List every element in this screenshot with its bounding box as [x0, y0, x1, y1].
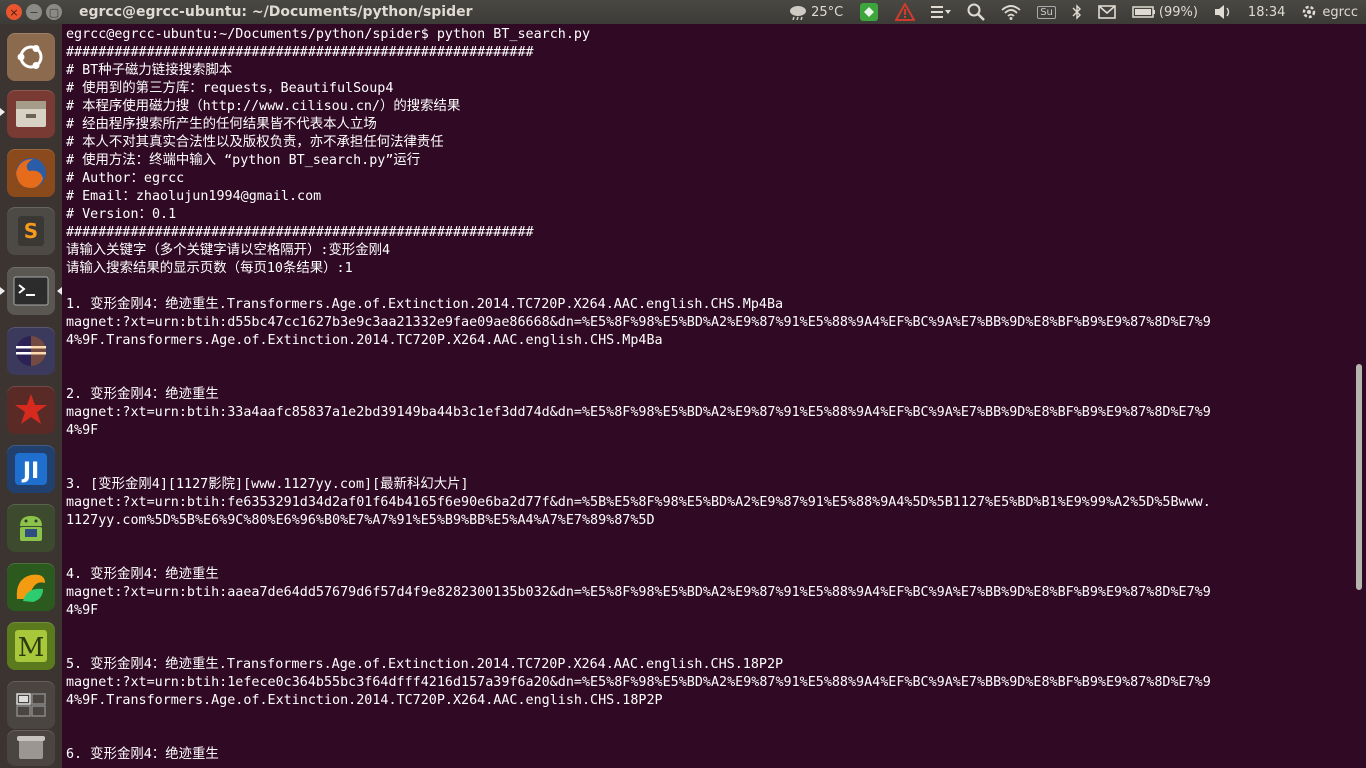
terminal-line: # BT种子磁力链接搜索脚本	[66, 63, 233, 78]
intellij-launcher[interactable]: JI	[7, 445, 55, 493]
green-app-icon	[860, 3, 879, 21]
firefox-icon	[16, 158, 46, 188]
terminal-icon	[13, 276, 49, 306]
android-icon	[20, 516, 42, 541]
terminal-line: # Version：0.1	[66, 207, 177, 222]
mendeley-launcher[interactable]: M	[7, 622, 55, 670]
battery-percent: (99%)	[1158, 4, 1198, 20]
ubuntu-dash-button[interactable]	[7, 33, 55, 81]
terminal-line: 4%9F.Transformers.Age.of.Extinction.2014…	[66, 693, 663, 708]
pycharm-launcher[interactable]	[7, 563, 55, 611]
launcher: S JI M	[0, 24, 63, 768]
mendeley-icon: M	[15, 630, 47, 663]
gear-icon	[1303, 5, 1316, 19]
file-cabinet-icon	[16, 101, 46, 127]
volume-indicator[interactable]	[1214, 4, 1232, 20]
terminal-line: 2. 变形金刚4：绝迹重生	[66, 387, 219, 402]
terminal-line: 3. [变形金刚4][1127影院][www.1127yy.com][最新科幻大…	[66, 477, 469, 492]
terminal-line: # 经由程序搜索所产生的任何结果皆不代表本人立场	[66, 117, 377, 132]
session-indicator[interactable]: egrcc	[1301, 4, 1358, 20]
terminal-line: 1127yy.com%5D%5B%E6%9C%80%E6%96%B0%E7%A7…	[66, 513, 655, 528]
intellij-icon: JI	[15, 453, 47, 485]
mathematica-star-icon	[15, 394, 47, 424]
firefox-launcher[interactable]	[7, 149, 55, 197]
terminal-line: 4%9F	[66, 423, 99, 438]
speaker-icon	[1214, 5, 1230, 19]
pycharm-icon	[16, 574, 45, 602]
wifi-indicator[interactable]	[1001, 4, 1021, 20]
clock-indicator[interactable]: 18:34	[1248, 5, 1285, 20]
terminal-line: 6. 变形金刚4：绝迹重生	[66, 747, 219, 762]
svg-text:S: S	[24, 219, 38, 243]
svg-text:M: M	[18, 633, 45, 663]
terminal-line: 4%9F.Transformers.Age.of.Extinction.2014…	[66, 333, 663, 348]
sublime-text-icon: S	[18, 216, 44, 246]
eclipse-launcher[interactable]	[7, 327, 55, 375]
terminal-line: # Email：zhaolujun1994@gmail.com	[66, 189, 322, 204]
warning-icon	[895, 3, 916, 21]
terminal-line: magnet:?xt=urn:btih:aaea7de64dd57679d6f5…	[66, 585, 1211, 600]
terminal-line: magnet:?xt=urn:btih:33a4aafc85837a1e2bd3…	[66, 405, 1211, 420]
top-panel: × − ▢ egrcc@egrcc-ubuntu: ~/Documents/py…	[0, 0, 1366, 24]
mathematica-launcher[interactable]	[7, 386, 55, 434]
terminal-line: magnet:?xt=urn:btih:1efece0c364b55bc3f64…	[66, 675, 1211, 690]
update-indicator[interactable]	[859, 2, 879, 22]
terminal-line: # 使用到的第三方库：requests，BeautifulSoup4	[66, 81, 394, 96]
terminal-line: 4%9F	[66, 603, 99, 618]
terminal-line: # 本程序使用磁力搜（http://www.cilisou.cn/）的搜索结果	[66, 99, 461, 114]
weather-indicator[interactable]: 25°C	[788, 4, 843, 20]
terminal-line: 请输入搜索结果的显示页数（每页10条结果）:1	[66, 261, 353, 276]
cloud-rain-icon	[790, 6, 807, 20]
workspace-switcher-launcher[interactable]	[7, 681, 55, 729]
wifi-icon	[1001, 5, 1021, 20]
android-sdk-launcher[interactable]	[7, 504, 55, 552]
warning-indicator[interactable]	[895, 3, 916, 21]
battery-indicator[interactable]: (99%)	[1132, 5, 1198, 20]
sublime-text-launcher[interactable]: S	[7, 207, 55, 255]
terminal-line: # 使用方法：终端中输入 “python BT_search.py”运行	[66, 153, 421, 168]
weather-temperature: 25°C	[811, 4, 844, 20]
svg-text:JI: JI	[21, 459, 39, 484]
close-window-button[interactable]: ×	[6, 4, 22, 20]
terminal-line: # 本人不对其真实合法性以及版权负责，亦不承担任何法律责任	[66, 135, 444, 150]
user-name: egrcc	[1322, 4, 1358, 20]
keyboard-layout-label: Su	[1037, 5, 1056, 19]
terminal-line: # Author：egrcc	[66, 171, 185, 186]
terminal-line: 4. 变形金刚4：绝迹重生	[66, 567, 219, 582]
list-menu-icon	[931, 6, 952, 18]
window-title: egrcc@egrcc-ubuntu: ~/Documents/python/s…	[79, 4, 473, 20]
eclipse-icon	[16, 336, 46, 366]
bluetooth-icon	[1072, 4, 1081, 20]
terminal-line: magnet:?xt=urn:btih:fe6353291d34d2af01f6…	[66, 495, 1211, 510]
trash-launcher[interactable]	[7, 730, 55, 766]
terminal-line: 1. 变形金刚4：绝迹重生.Transformers.Age.of.Extinc…	[66, 297, 784, 312]
terminal-output[interactable]: egrcc@egrcc-ubuntu:~/Documents/python/sp…	[62, 24, 1354, 768]
search-icon	[967, 3, 986, 21]
terminal-line: magnet:?xt=urn:btih:d55bc47cc1627b3e9c3a…	[66, 315, 1211, 330]
menu-list-indicator[interactable]	[931, 5, 952, 19]
indicator-area: 25°C Su (99%) 18:34 egrcc	[780, 0, 1366, 24]
terminal-line: ########################################…	[66, 45, 534, 60]
minimize-window-button[interactable]: −	[26, 4, 42, 20]
ubuntu-logo-icon	[17, 45, 43, 69]
bluetooth-indicator[interactable]	[1072, 4, 1082, 20]
maximize-window-button[interactable]: ▢	[46, 4, 62, 20]
files-launcher[interactable]	[7, 90, 55, 138]
workspace-switcher-icon	[16, 693, 46, 717]
terminal-line: egrcc@egrcc-ubuntu:~/Documents/python/sp…	[66, 27, 591, 42]
terminal-line: 5. 变形金刚4：绝迹重生.Transformers.Age.of.Extinc…	[66, 657, 784, 672]
search-indicator[interactable]	[967, 3, 986, 21]
scrollbar-thumb[interactable]	[1356, 364, 1362, 590]
keyboard-layout-indicator[interactable]: Su	[1037, 5, 1056, 19]
mail-icon	[1098, 5, 1116, 19]
terminal-line: 请输入关键字（多个关键字请以空格隔开）:变形金刚4	[66, 243, 391, 258]
terminal-launcher[interactable]	[7, 267, 55, 315]
battery-icon	[1132, 6, 1155, 18]
mail-indicator[interactable]	[1098, 5, 1116, 19]
trash-icon	[17, 736, 45, 759]
terminal-line: ########################################…	[66, 225, 534, 240]
